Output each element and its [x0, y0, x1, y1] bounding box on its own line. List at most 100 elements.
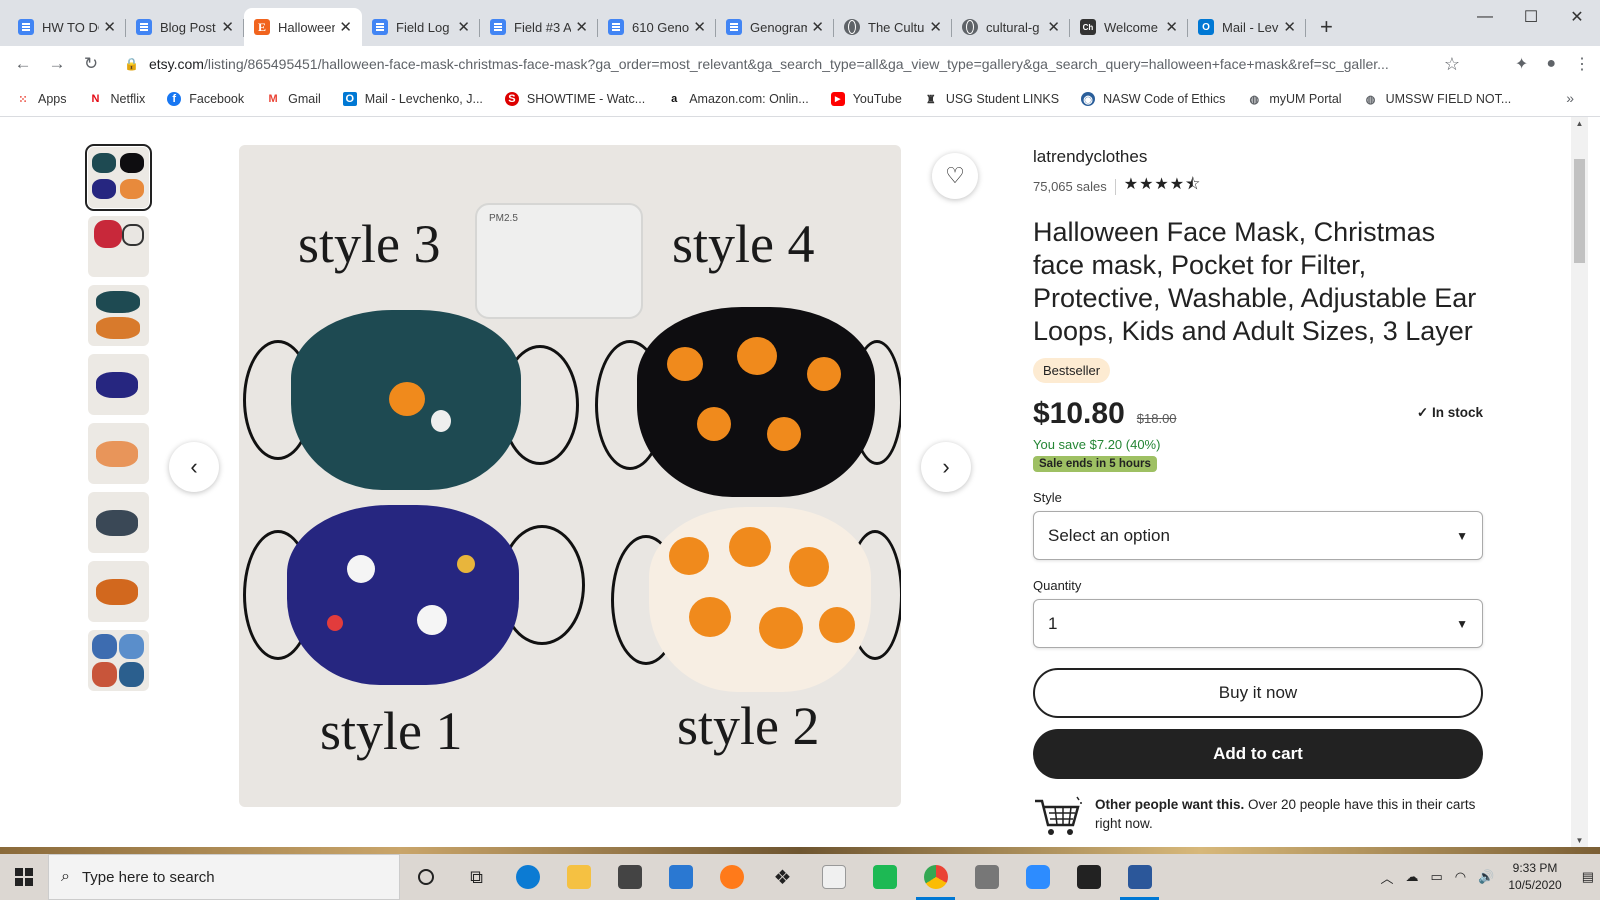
battery-icon[interactable]: ▭: [1430, 869, 1442, 885]
app-icon[interactable]: [1063, 854, 1114, 900]
minimize-button[interactable]: —: [1462, 0, 1508, 34]
firefox-icon[interactable]: [706, 854, 757, 900]
page-scrollbar[interactable]: ▲ ▼: [1571, 117, 1588, 847]
close-icon[interactable]: ✕: [575, 18, 588, 36]
reload-icon[interactable]: ↻: [74, 47, 108, 81]
windows-start-icon[interactable]: [0, 854, 48, 900]
thumbnail[interactable]: [88, 423, 149, 484]
tab[interactable]: O Mail - Lev ✕: [1188, 8, 1306, 46]
tab-active[interactable]: E Halloween ✕: [244, 8, 362, 46]
menu-icon[interactable]: ⋮: [1574, 54, 1590, 74]
volume-icon[interactable]: 🔊: [1478, 869, 1494, 885]
close-icon[interactable]: ✕: [339, 18, 352, 36]
extensions-icon[interactable]: ✦: [1515, 54, 1528, 74]
tab[interactable]: Genogram ✕: [716, 8, 834, 46]
bookmark-umssw[interactable]: ◍ UMSSW FIELD NOT...: [1364, 92, 1512, 106]
close-icon[interactable]: ✕: [221, 18, 234, 36]
taskbar-search-input[interactable]: ⌕ Type here to search: [48, 854, 400, 900]
scroll-up-icon[interactable]: ▲: [1571, 119, 1588, 128]
thumbnail[interactable]: [88, 285, 149, 346]
maximize-button[interactable]: ☐: [1508, 0, 1554, 34]
wifi-icon[interactable]: ◠: [1455, 869, 1466, 885]
scroll-down-icon[interactable]: ▼: [1571, 836, 1588, 845]
quantity-label: Quantity: [1033, 578, 1082, 593]
new-tab-button[interactable]: +: [1320, 14, 1333, 40]
tab[interactable]: HW TO DO✕: [8, 8, 126, 46]
tab[interactable]: Field Log ✕: [362, 8, 480, 46]
favorite-heart-button[interactable]: ♡: [932, 153, 978, 199]
cortana-icon[interactable]: [400, 854, 451, 900]
onedrive-icon[interactable]: ☁: [1405, 869, 1418, 885]
window-edge: [1588, 117, 1600, 847]
tab[interactable]: Field #3 A ✕: [480, 8, 598, 46]
bookmark-usg[interactable]: ♜ USG Student LINKS: [924, 92, 1059, 106]
bookmark-mail[interactable]: O Mail - Levchenko, J...: [342, 92, 483, 106]
amazon-icon[interactable]: [808, 854, 859, 900]
back-arrow-icon[interactable]: ←: [6, 47, 40, 81]
bookmarks-overflow-button[interactable]: »: [1566, 90, 1574, 106]
close-icon[interactable]: ✕: [103, 18, 116, 36]
word-icon[interactable]: [1114, 854, 1165, 900]
spotify-icon[interactable]: [859, 854, 910, 900]
dropbox-icon[interactable]: ❖: [757, 854, 808, 900]
bookmark-youtube[interactable]: ▶ YouTube: [830, 92, 902, 106]
main-product-image[interactable]: style 3 style 4 PM2.5 style 1 style 2: [239, 145, 901, 807]
next-image-button[interactable]: ›: [921, 442, 971, 492]
notifications-icon[interactable]: ▤: [1582, 869, 1594, 885]
mask-style-3: [291, 310, 521, 490]
close-icon[interactable]: ✕: [693, 18, 706, 36]
profile-icon[interactable]: ●: [1546, 55, 1556, 73]
thumbnail[interactable]: [88, 354, 149, 415]
chevron-up-icon[interactable]: ︿: [1380, 868, 1393, 887]
shop-name[interactable]: latrendyclothes: [1033, 147, 1483, 167]
thumbnail[interactable]: [88, 561, 149, 622]
scrollbar-thumb[interactable]: [1574, 159, 1585, 263]
style-select[interactable]: Select an option ▼: [1033, 511, 1483, 560]
bookmark-gmail[interactable]: M Gmail: [266, 92, 321, 106]
bookmark-amazon[interactable]: a Amazon.com: Onlin...: [667, 92, 809, 106]
close-icon[interactable]: ✕: [1283, 18, 1296, 36]
tab[interactable]: The Cultu ✕: [834, 8, 952, 46]
close-icon[interactable]: ✕: [1047, 18, 1060, 36]
address-bar[interactable]: 🔒 etsy.com/listing/865495451/halloween-f…: [110, 48, 1470, 80]
bookmark-star-icon[interactable]: ☆: [1434, 54, 1470, 75]
bookmark-facebook[interactable]: f Facebook: [167, 92, 244, 106]
close-icon[interactable]: ✕: [457, 18, 470, 36]
bookmark-label: USG Student LINKS: [945, 92, 1060, 106]
chrome-icon[interactable]: [910, 854, 961, 900]
rating-stars-icon[interactable]: ★★★★⯪: [1124, 173, 1202, 200]
filter-label: PM2.5: [489, 213, 518, 224]
edge-icon[interactable]: [502, 854, 553, 900]
quantity-select[interactable]: 1 ▼: [1033, 599, 1483, 648]
forward-arrow-icon[interactable]: →: [40, 47, 74, 81]
clock[interactable]: 9:33 PM 10/5/2020: [1508, 860, 1561, 894]
bookmark-myum[interactable]: ◍ myUM Portal: [1247, 92, 1342, 106]
close-window-button[interactable]: ✕: [1554, 0, 1600, 34]
thumbnail[interactable]: [88, 216, 149, 277]
add-to-cart-button[interactable]: Add to cart: [1033, 729, 1483, 779]
tab[interactable]: cultural-g ✕: [952, 8, 1070, 46]
tab[interactable]: 610 Geno ✕: [598, 8, 716, 46]
thumbnail[interactable]: [85, 144, 152, 211]
tab[interactable]: Ch Welcome ✕: [1070, 8, 1188, 46]
bookmark-showtime[interactable]: S SHOWTIME - Watc...: [504, 92, 645, 106]
buy-it-now-button[interactable]: Buy it now: [1033, 668, 1483, 718]
thumbnail[interactable]: [88, 630, 149, 691]
close-icon[interactable]: ✕: [929, 18, 942, 36]
tab[interactable]: Blog Post ✕: [126, 8, 244, 46]
task-view-icon[interactable]: ⧉: [451, 854, 502, 900]
close-icon[interactable]: ✕: [1165, 18, 1178, 36]
close-icon[interactable]: ✕: [811, 18, 824, 36]
previous-image-button[interactable]: ‹: [169, 442, 219, 492]
bookmark-nasw[interactable]: ◉ NASW Code of Ethics: [1081, 92, 1225, 106]
zoom-icon[interactable]: [1012, 854, 1063, 900]
url-text[interactable]: etsy.com/listing/865495451/halloween-fac…: [149, 56, 1434, 72]
thumbnail[interactable]: [88, 492, 149, 553]
store-icon[interactable]: [604, 854, 655, 900]
file-explorer-icon[interactable]: [553, 854, 604, 900]
camera-icon[interactable]: [961, 854, 1012, 900]
mail-icon[interactable]: [655, 854, 706, 900]
original-price: $18.00: [1136, 411, 1177, 426]
bookmark-apps[interactable]: ⁙ Apps: [16, 92, 66, 106]
bookmark-netflix[interactable]: N Netflix: [89, 92, 146, 106]
